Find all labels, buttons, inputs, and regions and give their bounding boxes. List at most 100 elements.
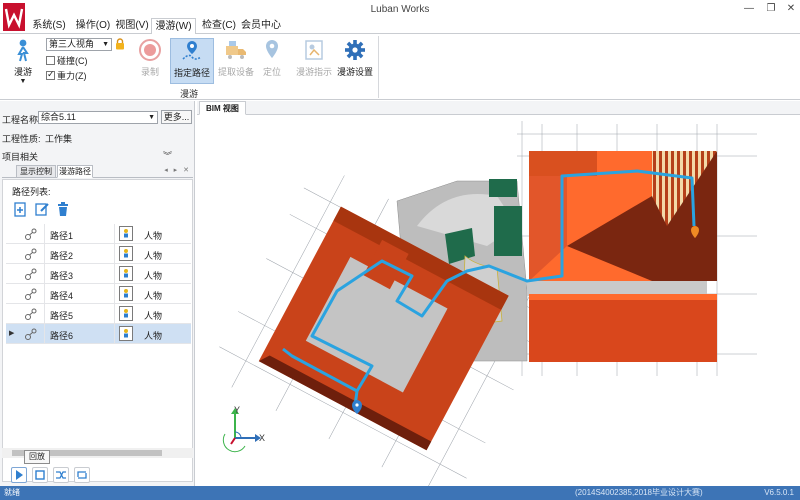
gravity-checkbox-box[interactable] <box>46 69 55 80</box>
roam-label: 漫游 <box>13 67 32 77</box>
shuffle-button[interactable] <box>53 467 69 483</box>
maximize-button[interactable]: ❐ <box>760 2 782 16</box>
row-pointer-icon: ▶ <box>9 330 15 337</box>
project-name-select[interactable]: 综合5.11 ▼ <box>38 111 158 124</box>
column-divider <box>114 284 115 304</box>
status-bar: 就绪 (2014S4002385,2018毕业设计大赛) V6.5.0.1 <box>0 486 800 500</box>
minimize-button[interactable]: — <box>738 2 760 16</box>
column-divider <box>114 224 115 244</box>
ribbon-group-label: 漫游 <box>179 89 198 99</box>
column-divider <box>44 224 45 244</box>
table-row-selected[interactable]: ▶ 路径6 人物 <box>6 324 191 344</box>
table-row[interactable]: 路径3 人物 <box>6 264 191 284</box>
more-button[interactable]: 更多... <box>161 110 192 124</box>
menu-tab-view[interactable]: 视图(V) <box>111 18 153 34</box>
chevron-down-icon: ▼ <box>102 41 109 48</box>
shuffle-icon <box>56 471 66 479</box>
close-button[interactable]: ✕ <box>780 2 800 16</box>
person-file-icon <box>119 246 133 261</box>
menu-tab-check[interactable]: 检查(C) <box>198 18 240 34</box>
loop-button[interactable] <box>74 467 90 483</box>
person-file-icon <box>119 326 133 341</box>
project-type-label: 工程性质: <box>2 134 41 144</box>
table-row[interactable]: 路径2 人物 <box>6 244 191 264</box>
collision-checkbox[interactable]: 碰撞(C) <box>46 54 88 67</box>
column-divider <box>44 244 45 264</box>
collision-label: 碰撞(C) <box>57 56 88 66</box>
routes-panel: 路径列表: 路径1 人物 路径2 人物 路径3 人物 路径4 人物 路径5 人物… <box>2 179 193 482</box>
view-mode-select[interactable]: 第三人视角 ▼ <box>46 38 112 51</box>
axis-x-label: X <box>259 433 266 443</box>
route-name: 路径6 <box>50 331 74 341</box>
route-list-label: 路径列表: <box>12 187 51 197</box>
gravity-checkbox[interactable]: 重力(Z) <box>46 69 87 82</box>
delete-route-icon[interactable] <box>55 201 71 217</box>
menu-tab-roam[interactable]: 漫游(W) <box>151 18 196 35</box>
playback-button[interactable] <box>11 467 27 483</box>
locate-label: 定位 <box>262 67 281 77</box>
person-file-icon <box>119 306 133 321</box>
column-divider <box>44 264 45 284</box>
chevron-down-icon: ▼ <box>148 114 155 121</box>
roam-settings-button[interactable]: 漫游设置 <box>333 38 377 84</box>
view-mode-value: 第三人视角 <box>49 39 95 49</box>
route-type: 人物 <box>144 251 163 261</box>
playback-tooltip: 回放 <box>24 450 50 464</box>
column-divider <box>44 284 45 304</box>
left-panel: 工程名称: 综合5.11 ▼ 更多... 工程性质: 工作集 项目相关 ︾ 显示… <box>0 101 195 486</box>
loop-icon <box>77 471 87 479</box>
roam-icon <box>10 38 36 62</box>
menu-tab-operate[interactable]: 操作(O) <box>72 18 114 34</box>
menu-tab-system[interactable]: 系统(S) <box>28 18 70 34</box>
viewport-tabbar: BIM 视图 <box>197 101 800 115</box>
tab-nav-arrows-icon[interactable]: ◂ ▸ ✕ <box>164 166 191 174</box>
menu-tab-member[interactable]: 会员中心 <box>240 18 282 34</box>
locate-button[interactable]: 定位 <box>250 38 294 84</box>
record-label: 录制 <box>140 67 159 77</box>
table-row[interactable]: 路径1 人物 <box>6 224 191 244</box>
route-name: 路径3 <box>50 271 74 281</box>
tab-roam-path[interactable]: 漫游路径 <box>57 165 93 178</box>
roam-dropdown-button[interactable]: 漫游 ▼ <box>2 38 44 85</box>
gear-icon <box>342 38 368 62</box>
chevron-down-icon: ▼ <box>19 78 27 85</box>
axis-indicator <box>222 408 261 453</box>
route-type: 人物 <box>144 271 163 281</box>
route-node-icon <box>24 227 38 241</box>
specify-path-button[interactable]: 指定路径 <box>170 38 214 84</box>
edit-route-icon[interactable] <box>34 201 50 217</box>
stop-button[interactable] <box>32 467 48 483</box>
route-type: 人物 <box>144 331 163 341</box>
bim-viewport[interactable]: Y X <box>197 116 800 486</box>
project-name-value: 综合5.11 <box>41 112 76 122</box>
column-divider <box>114 264 115 284</box>
column-divider <box>114 324 115 344</box>
panel-tabs: 显示控制 漫游路径 ◂ ▸ ✕ <box>2 165 193 178</box>
route-node-icon <box>24 247 38 261</box>
table-row[interactable]: 路径4 人物 <box>6 284 191 304</box>
roam-hint-label: 漫游指示 <box>295 67 332 77</box>
route-name: 路径4 <box>50 291 74 301</box>
person-file-icon <box>119 226 133 241</box>
lock-icon[interactable] <box>115 38 125 50</box>
person-file-icon <box>119 266 133 281</box>
project-related-label: 项目相关 <box>2 152 39 162</box>
ribbon-separator <box>378 36 379 98</box>
tab-bim-view[interactable]: BIM 视图 <box>199 101 246 115</box>
route-node-icon <box>24 267 38 281</box>
table-row[interactable]: 路径5 人物 <box>6 304 191 324</box>
route-type: 人物 <box>144 311 163 321</box>
chevron-double-down-icon[interactable]: ︾ <box>163 149 172 162</box>
app-logo-icon[interactable] <box>3 3 25 31</box>
column-divider <box>44 324 45 344</box>
route-node-icon <box>24 287 38 301</box>
route-name: 路径2 <box>50 251 74 261</box>
collision-checkbox-box[interactable] <box>46 56 55 65</box>
locate-pin-icon <box>259 38 285 62</box>
column-divider <box>114 244 115 264</box>
record-button[interactable]: 录制 <box>128 38 172 84</box>
tab-display-control[interactable]: 显示控制 <box>16 165 56 178</box>
add-route-icon[interactable] <box>12 201 28 217</box>
route-node-icon <box>24 307 38 321</box>
roam-hint-button[interactable]: 漫游指示 <box>292 38 336 84</box>
